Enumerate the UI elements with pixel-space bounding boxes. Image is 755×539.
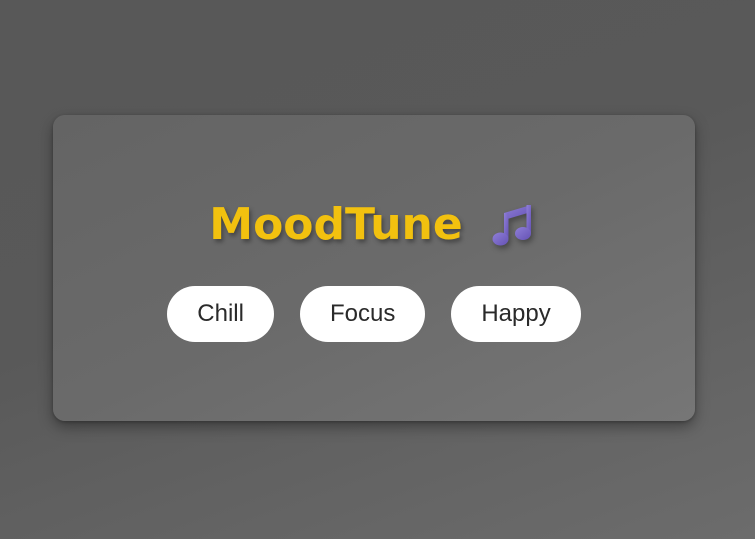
header: MoodTune bbox=[53, 197, 695, 253]
mood-buttons: Chill Focus Happy bbox=[53, 286, 695, 342]
mood-button-happy[interactable]: Happy bbox=[451, 286, 581, 342]
app-title: MoodTune bbox=[209, 199, 463, 250]
mood-button-chill[interactable]: Chill bbox=[167, 286, 274, 342]
music-note-icon bbox=[487, 199, 539, 251]
mood-card: MoodTune Chill Focus Happy bbox=[53, 115, 695, 421]
mood-button-focus[interactable]: Focus bbox=[299, 286, 426, 342]
